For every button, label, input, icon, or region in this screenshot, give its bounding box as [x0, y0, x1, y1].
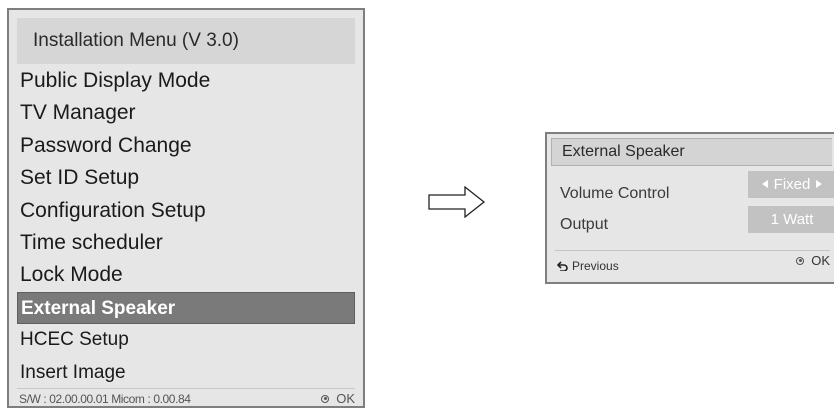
- menu-item-public-display-mode[interactable]: Public Display Mode: [9, 65, 363, 97]
- menu-title: Installation Menu (V 3.0): [17, 18, 355, 64]
- right-arrow-icon: [428, 186, 486, 218]
- ok-hint[interactable]: OK: [321, 390, 355, 408]
- panel-footer: Previous OK: [555, 250, 830, 277]
- ok-button-icon: [796, 256, 805, 265]
- previous-button[interactable]: Previous: [556, 259, 619, 273]
- output-label: Output: [560, 216, 609, 233]
- ok-hint-panel[interactable]: OK: [796, 253, 830, 268]
- external-speaker-panel: External Speaker Volume Control Fixed Ou…: [545, 132, 834, 284]
- menu-item-insert-image[interactable]: Insert Image: [9, 357, 363, 389]
- volume-control-value: Fixed: [773, 176, 811, 193]
- arrow-left-icon[interactable]: [761, 180, 768, 189]
- back-return-icon: [556, 261, 568, 272]
- menu-item-set-id-setup[interactable]: Set ID Setup: [9, 162, 363, 194]
- menu-item-hcec-setup[interactable]: HCEC Setup: [9, 324, 363, 356]
- menu-item-external-speaker[interactable]: External Speaker: [17, 291, 355, 325]
- volume-control-selector[interactable]: Fixed: [748, 171, 834, 198]
- menu-item-time-scheduler[interactable]: Time scheduler: [9, 227, 363, 259]
- arrow-right-icon[interactable]: [816, 180, 823, 189]
- menu-item-lock-mode[interactable]: Lock Mode: [9, 259, 363, 291]
- ok-label: OK: [336, 391, 355, 406]
- panel-title: External Speaker: [551, 138, 832, 166]
- installation-menu: Installation Menu (V 3.0) Public Display…: [7, 8, 365, 408]
- menu-item-password-change[interactable]: Password Change: [9, 130, 363, 162]
- ok-button-icon: [321, 394, 330, 403]
- output-value: 1 Watt: [770, 211, 814, 228]
- menu-item-configuration-setup[interactable]: Configuration Setup: [9, 195, 363, 227]
- previous-label: Previous: [572, 259, 619, 273]
- ok-label-panel: OK: [811, 253, 830, 268]
- version-info: S/W : 02.00.00.01 Micom : 0.00.84: [19, 392, 191, 406]
- output-value-box[interactable]: 1 Watt: [748, 206, 834, 233]
- volume-control-label: Volume Control: [560, 185, 670, 202]
- menu-list: Public Display Mode TV Manager Password …: [9, 65, 363, 389]
- menu-footer: S/W : 02.00.00.01 Micom : 0.00.84 OK: [17, 388, 355, 407]
- menu-item-tv-manager[interactable]: TV Manager: [9, 97, 363, 129]
